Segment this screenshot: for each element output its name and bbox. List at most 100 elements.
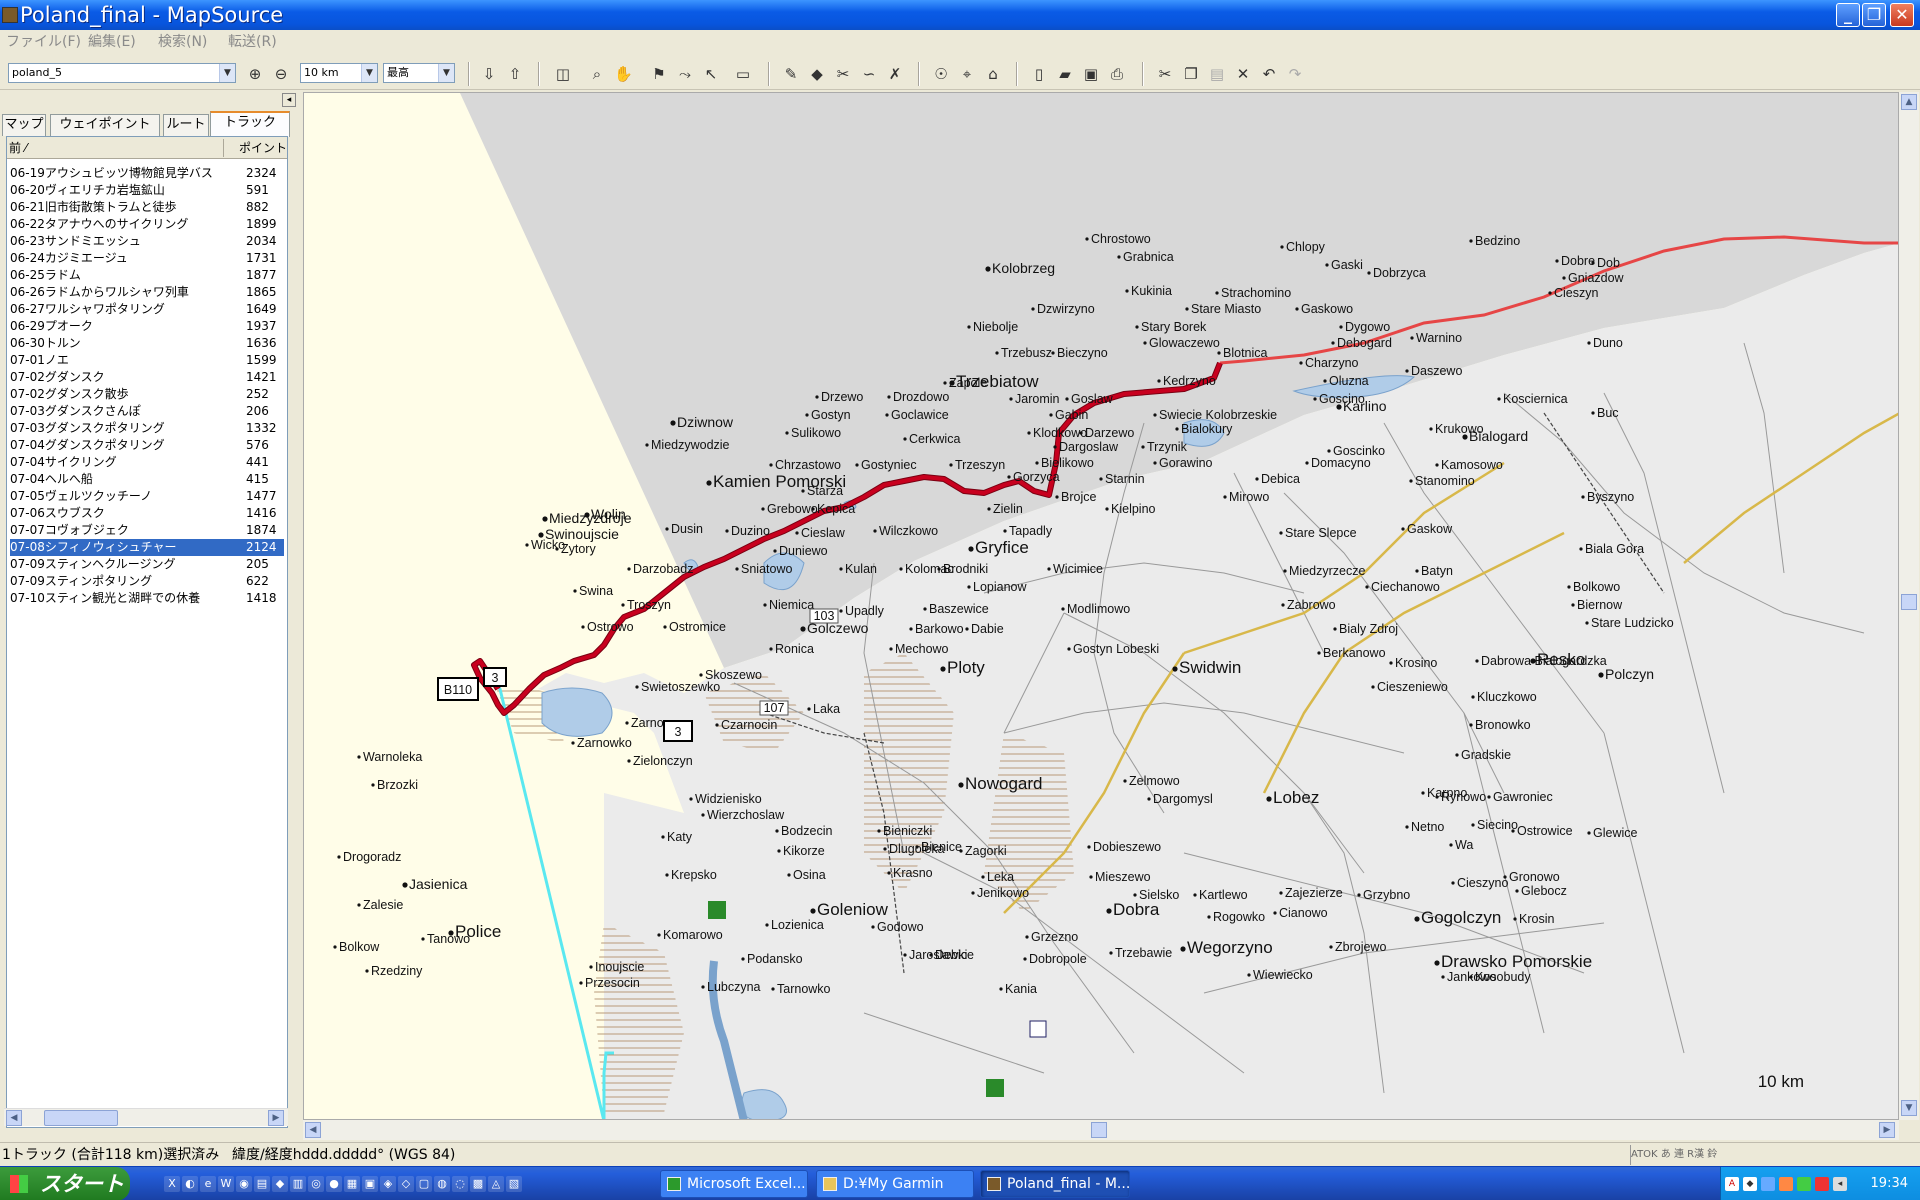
detail-level-select[interactable]: 最高 ▼ xyxy=(383,63,455,83)
selection-arrow-icon[interactable]: ↖ xyxy=(702,65,720,83)
quicklaunch-icon[interactable]: ▣ xyxy=(362,1176,378,1192)
track-row[interactable]: 07-09スティンポタリング 622 xyxy=(10,573,284,590)
column-divider[interactable] xyxy=(223,139,224,157)
delete-x-icon[interactable]: ✕ xyxy=(1234,65,1252,83)
eraser-icon[interactable]: ◆ xyxy=(808,65,826,83)
quicklaunch-icon[interactable]: ◈ xyxy=(380,1176,396,1192)
quicklaunch-icon[interactable]: ◬ xyxy=(488,1176,504,1192)
pdf-tray-icon[interactable]: A xyxy=(1725,1177,1739,1191)
cut-icon[interactable]: ✂ xyxy=(1156,65,1174,83)
quicklaunch-icon[interactable]: ◐ xyxy=(182,1176,198,1192)
track-row[interactable]: 06-27ワルシャワポタリング 1649 xyxy=(10,301,284,318)
quicklaunch-icon[interactable]: ▧ xyxy=(506,1176,522,1192)
scroll-thumb[interactable] xyxy=(1901,594,1917,610)
zoom-scale-select[interactable]: 10 km ▼ xyxy=(300,63,378,83)
track-row[interactable]: 07-01ノエ 1599 xyxy=(10,352,284,369)
quicklaunch-icon[interactable]: ◉ xyxy=(236,1176,252,1192)
track-row[interactable]: 07-04グダンスクポタリング 576 xyxy=(10,437,284,454)
quicklaunch-icon[interactable]: ▦ xyxy=(344,1176,360,1192)
quicklaunch-icon[interactable]: ◌ xyxy=(452,1176,468,1192)
track-row[interactable]: 07-10スティン観光と湖畔での休養 1418 xyxy=(10,590,284,607)
menu-edit[interactable]: 編集(E) xyxy=(88,30,136,54)
network-tray-icon[interactable] xyxy=(1761,1177,1775,1191)
quicklaunch-icon[interactable]: ▤ xyxy=(254,1176,270,1192)
zoom-out-icon[interactable]: ⊖ xyxy=(272,65,290,83)
find-nearby-icon[interactable]: ⌖ xyxy=(958,65,976,83)
volume-tray-icon[interactable]: ◂ xyxy=(1833,1177,1847,1191)
scroll-up-icon[interactable]: ▲ xyxy=(1901,94,1917,110)
new-file-icon[interactable]: ▯ xyxy=(1030,65,1048,83)
tray-icon[interactable] xyxy=(1797,1177,1811,1191)
track-row[interactable]: 06-30トルン 1636 xyxy=(10,335,284,352)
track-row[interactable]: 07-04ヘルへ船 415 xyxy=(10,471,284,488)
scroll-left-icon[interactable]: ◀ xyxy=(305,1122,321,1138)
quicklaunch-icon[interactable]: ◆ xyxy=(272,1176,288,1192)
redo-icon[interactable]: ↷ xyxy=(1286,65,1304,83)
route-tool-icon[interactable]: ⤳ xyxy=(676,65,694,83)
minimize-button[interactable]: _ xyxy=(1836,3,1860,27)
track-row[interactable]: 06-23サンドミエッシュ 2034 xyxy=(10,233,284,250)
track-row[interactable]: 06-26ラドムからワルシャワ列車 1865 xyxy=(10,284,284,301)
maximize-button[interactable]: ❐ xyxy=(1862,3,1886,27)
task-mapsource[interactable]: Poland_final - M... xyxy=(980,1170,1130,1198)
track-row[interactable]: 07-06スウブスク 1416 xyxy=(10,505,284,522)
distance-ruler-icon[interactable]: ▭ xyxy=(734,65,752,83)
pan-hand-icon[interactable]: ✋ xyxy=(614,65,633,83)
menu-file[interactable]: ファイル(F) xyxy=(6,30,81,54)
scroll-left-icon[interactable]: ◀ xyxy=(6,1110,22,1126)
quicklaunch-icon[interactable]: ▥ xyxy=(290,1176,306,1192)
collapse-panel-icon[interactable]: ◂ xyxy=(282,93,296,107)
mapsource-app-icon[interactable] xyxy=(2,7,18,23)
quicklaunch-icon[interactable]: ◎ xyxy=(308,1176,324,1192)
map-horizontal-scrollbar[interactable]: ◀ ▶ xyxy=(303,1120,1899,1140)
track-row[interactable]: 06-20ヴィエリチカ岩塩鉱山 591 xyxy=(10,182,284,199)
menu-transfer[interactable]: 転送(R) xyxy=(228,30,277,54)
map-vertical-scrollbar[interactable]: ▲ ▼ xyxy=(1899,92,1919,1120)
security-tray-icon[interactable] xyxy=(1815,1177,1829,1191)
track-row[interactable]: 07-03グダンスクさんぽ 206 xyxy=(10,403,284,420)
send-to-device-icon[interactable]: ⇧ xyxy=(506,65,524,83)
map-tool-icon[interactable]: ◫ xyxy=(554,65,572,83)
track-row[interactable]: 06-29プオーク 1937 xyxy=(10,318,284,335)
save-disk-icon[interactable]: ▣ xyxy=(1082,65,1100,83)
chevron-down-icon[interactable]: ▼ xyxy=(438,64,454,82)
map-canvas[interactable]: Kolobrzeg Chlopy Gaski Dob Chrostowo Bedzino G… xyxy=(304,93,1899,1120)
divide-track-icon[interactable]: ✂ xyxy=(834,65,852,83)
track-row[interactable]: 06-24カジミエージュ 1731 xyxy=(10,250,284,267)
track-row[interactable]: 06-25ラドム 1877 xyxy=(10,267,284,284)
quicklaunch-icon[interactable]: ◇ xyxy=(398,1176,414,1192)
track-row[interactable]: 07-08シフィノウィシュチャー 2124 xyxy=(10,539,284,556)
title-bar[interactable]: Poland_final - MapSource _ ❐ ✕ xyxy=(0,0,1920,30)
chevron-down-icon[interactable]: ▼ xyxy=(219,64,235,82)
ime-toolbar[interactable]: ATOK あ 連 R漢 鈴 xyxy=(1630,1145,1920,1165)
track-row[interactable]: 07-02グダンスク 1421 xyxy=(10,369,284,386)
clock[interactable]: 19:34 xyxy=(1871,1167,1908,1200)
track-row[interactable]: 06-19アウシュビッツ博物館見学バス 2324 xyxy=(10,165,284,182)
tab-routes[interactable]: ルート xyxy=(163,114,209,136)
start-button[interactable]: スタート xyxy=(0,1167,130,1200)
list-horizontal-scrollbar[interactable]: ◀ ▶ xyxy=(4,1108,288,1126)
ie-quicklaunch-icon[interactable]: e xyxy=(200,1176,216,1192)
menu-search[interactable]: 検索(N) xyxy=(158,30,207,54)
quicklaunch-icon[interactable]: ▢ xyxy=(416,1176,432,1192)
quicklaunch-icon[interactable]: ◍ xyxy=(434,1176,450,1192)
waypoint-flag-icon[interactable]: ⚑ xyxy=(650,65,668,83)
word-quicklaunch-icon[interactable]: W xyxy=(218,1176,234,1192)
track-row[interactable]: 07-07コヴォブジェク 1874 xyxy=(10,522,284,539)
receive-from-device-icon[interactable]: ⇩ xyxy=(480,65,498,83)
scroll-right-icon[interactable]: ▶ xyxy=(268,1110,284,1126)
zoom-in-icon[interactable]: ⊕ xyxy=(246,65,264,83)
tray-icon[interactable]: ◆ xyxy=(1743,1177,1757,1191)
track-row[interactable]: 07-04サイクリング 441 xyxy=(10,454,284,471)
tab-tracks[interactable]: トラック(26) xyxy=(210,111,290,150)
excel-quicklaunch-icon[interactable]: X xyxy=(164,1176,180,1192)
chevron-down-icon[interactable]: ▼ xyxy=(361,64,377,82)
track-row[interactable]: 06-22タアナウへのサイクリング 1899 xyxy=(10,216,284,233)
firefox-quicklaunch-icon[interactable]: ● xyxy=(326,1176,342,1192)
column-header-points[interactable]: ポイント xyxy=(239,137,287,159)
track-list[interactable]: 前 ⁄ ポイント 06-19アウシュビッツ博物館見学バス 2324 06-20ヴィエ… xyxy=(6,136,288,1128)
scroll-thumb[interactable] xyxy=(1091,1122,1107,1138)
print-icon[interactable]: ⎙ xyxy=(1108,65,1126,83)
zoom-tool-icon[interactable]: ⌕ xyxy=(588,65,606,83)
find-binoculars-icon[interactable]: ☉ xyxy=(932,65,950,83)
